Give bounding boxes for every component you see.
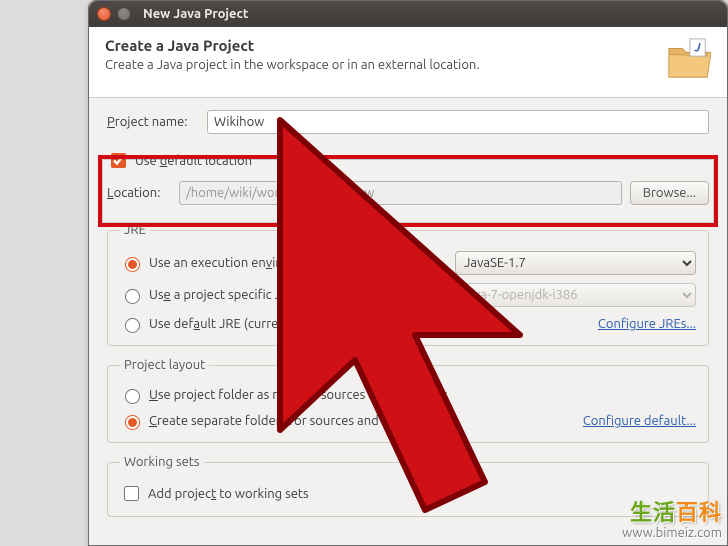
minimize-icon[interactable]: [117, 7, 131, 21]
jre-project-specific-radio[interactable]: [125, 289, 140, 304]
browse-button[interactable]: Browse...: [630, 181, 709, 205]
dialog-content: Project name: Use default location Locat…: [89, 98, 727, 517]
layout-separate-label: Create separate folders for sources and …: [149, 414, 437, 428]
close-icon[interactable]: [97, 7, 111, 21]
configure-default-link[interactable]: Configure default...: [583, 414, 696, 428]
layout-root-row: Use project folder as root for sources a…: [120, 382, 696, 408]
jre-default-radio[interactable]: [125, 318, 140, 333]
location-path-row: Location: Browse...: [107, 181, 709, 205]
jre-exec-env-radio[interactable]: [125, 257, 140, 272]
project-layout-legend: Project layout: [120, 358, 209, 372]
jre-exec-env-row: Use an execution environment JRE: JavaSE…: [120, 247, 696, 279]
titlebar: New Java Project: [89, 1, 727, 27]
add-to-working-sets-label: Add project to working sets: [148, 487, 309, 501]
jre-group: JRE Use an execution environment JRE: Ja…: [107, 223, 709, 346]
jre-project-specific-select: java-7-openjdk-i386: [455, 283, 696, 307]
jre-project-specific-label: Use a project specific JRE:: [149, 288, 449, 302]
working-sets-legend: Working sets: [120, 455, 204, 469]
location-path-label: Location:: [107, 186, 171, 200]
project-name-row: Project name:: [107, 110, 709, 134]
working-sets-add-row: Add project to working sets: [120, 479, 696, 508]
layout-root-radio[interactable]: [125, 389, 140, 404]
use-default-location-label: Use default location: [135, 154, 252, 168]
window-title: New Java Project: [143, 7, 249, 21]
watermark-text-a: 生活: [630, 500, 676, 525]
use-default-location-checkbox[interactable]: [111, 153, 126, 168]
configure-jres-link[interactable]: Configure JREs...: [598, 317, 696, 331]
dialog-window: New Java Project Create a Java Project C…: [88, 0, 728, 546]
working-sets-group: Working sets Add project to working sets: [107, 455, 709, 517]
layout-separate-row: Create separate folders for sources and …: [120, 408, 696, 434]
watermark-text-b: 百科: [676, 500, 722, 525]
layout-separate-radio[interactable]: [125, 415, 140, 430]
use-default-location-row: Use default location: [107, 146, 709, 175]
wizard-banner: Create a Java Project Create a Java proj…: [89, 27, 727, 98]
project-name-label: Project name:: [107, 115, 199, 129]
jre-project-specific-row: Use a project specific JRE: java-7-openj…: [120, 279, 696, 311]
jre-default-row: Use default JRE (currently 'java-7-openj…: [120, 311, 696, 337]
add-to-working-sets-checkbox[interactable]: [124, 486, 139, 501]
banner-heading: Create a Java Project: [105, 37, 480, 54]
project-name-input[interactable]: [207, 110, 709, 134]
location-block: Use default location Location: Browse...: [107, 144, 709, 211]
watermark: 生活百科 www.bimeiz.com: [622, 500, 722, 542]
jre-exec-env-label: Use an execution environment JRE:: [149, 256, 449, 270]
layout-root-label: Use project folder as root for sources a…: [149, 388, 448, 402]
banner-subtext: Create a Java project in the workspace o…: [105, 58, 480, 72]
location-path-input: [179, 181, 622, 205]
folder-java-icon: J: [665, 37, 711, 83]
jre-default-label: Use default JRE (currently 'java-7-openj…: [149, 317, 427, 331]
project-layout-group: Project layout Use project folder as roo…: [107, 358, 709, 443]
watermark-url: www.bimeiz.com: [622, 526, 722, 542]
jre-legend: JRE: [120, 223, 150, 237]
jre-exec-env-select[interactable]: JavaSE-1.7: [455, 251, 696, 275]
svg-text:J: J: [694, 41, 702, 54]
